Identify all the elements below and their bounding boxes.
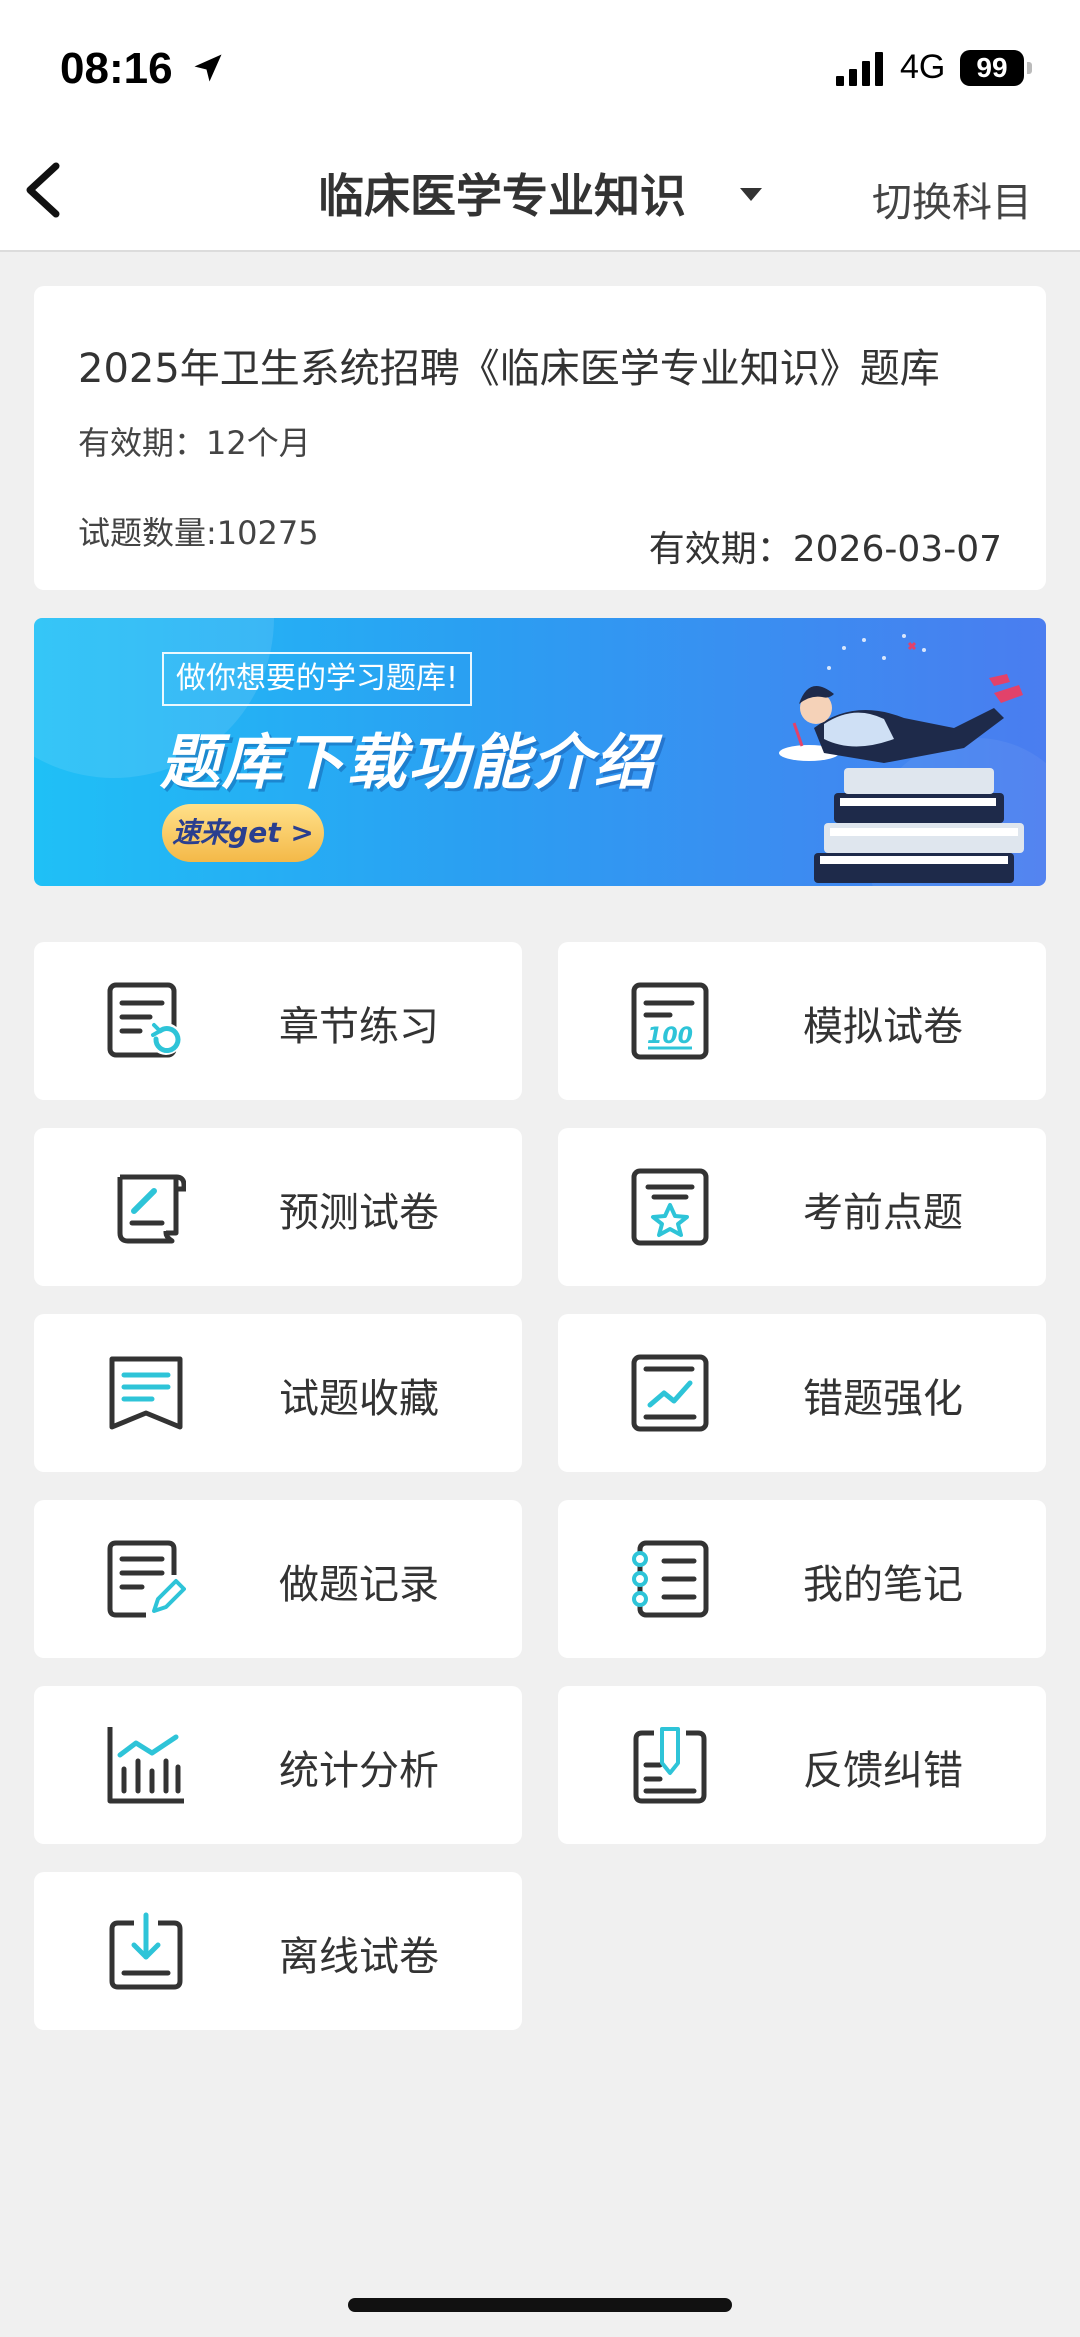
battery-icon: 99 xyxy=(960,50,1024,86)
mock-exam-icon: 100 xyxy=(631,982,709,1060)
network-type: 4G xyxy=(900,48,946,86)
back-arrow-icon[interactable] xyxy=(16,152,76,228)
banner-title: 题库下载功能介绍 xyxy=(160,728,656,798)
switch-subject-button[interactable]: 切换科目 xyxy=(872,170,1032,228)
validity-period: 有效期：12个月 xyxy=(78,424,311,462)
question-bank-card: 2025年卫生系统招聘《临床医学专业知识》题库 有效期：12个月 试题数量:10… xyxy=(34,286,1046,590)
menu-tile-notes[interactable]: 我的笔记 xyxy=(558,1500,1046,1658)
menu-tile-mock-exam[interactable]: 100 模拟试卷 xyxy=(558,942,1046,1100)
menu-label: 做题记录 xyxy=(279,1562,439,1608)
banner-cta-button[interactable]: 速来get > xyxy=(162,804,324,862)
forecast-exam-icon xyxy=(117,1174,186,1244)
wrong-questions-icon xyxy=(631,1354,709,1432)
location-arrow-icon xyxy=(194,54,222,82)
cellular-signal-icon xyxy=(836,52,883,86)
menu-tile-wrong-questions[interactable]: 错题强化 xyxy=(558,1314,1046,1472)
banner-subtitle: 做你想要的学习题库! xyxy=(162,652,473,706)
chapter-practice-icon xyxy=(107,982,182,1058)
menu-tile-offline-exam[interactable]: 离线试卷 xyxy=(34,1872,522,2030)
girl-on-books-illustration xyxy=(779,634,1024,883)
menu-tile-practice-record[interactable]: 做题记录 xyxy=(34,1500,522,1658)
bank-title: 2025年卫生系统招聘《临床医学专业知识》题库 xyxy=(78,346,940,392)
status-time: 08:16 xyxy=(60,44,173,93)
question-count: 试题数量:10275 xyxy=(78,514,319,552)
menu-label: 章节练习 xyxy=(279,1004,439,1050)
menu-tile-statistics[interactable]: 统计分析 xyxy=(34,1686,522,1844)
menu-label: 模拟试卷 xyxy=(803,1004,963,1050)
battery-nub xyxy=(1027,62,1032,74)
svg-text:100: 100 xyxy=(647,1024,693,1049)
menu-label: 试题收藏 xyxy=(279,1376,439,1422)
download-feature-banner[interactable]: 做你想要的学习题库! 题库下载功能介绍 速来get > xyxy=(34,618,1046,886)
menu-label: 错题强化 xyxy=(803,1376,963,1422)
menu-label: 预测试卷 xyxy=(279,1190,439,1236)
menu-label: 统计分析 xyxy=(279,1748,439,1794)
practice-record-icon xyxy=(107,1540,186,1618)
menu-tile-favorites[interactable]: 试题收藏 xyxy=(34,1314,522,1472)
menu-tile-chapter-practice[interactable]: 章节练习 xyxy=(34,942,522,1100)
dropdown-caret-icon[interactable] xyxy=(740,188,762,202)
statistics-icon xyxy=(107,1727,184,1804)
notes-icon xyxy=(632,1540,709,1618)
menu-tile-pre-exam-tips[interactable]: 考前点题 xyxy=(558,1128,1046,1286)
menu-label: 我的笔记 xyxy=(803,1562,963,1608)
menu-label: 考前点题 xyxy=(803,1190,963,1236)
status-bar: 08:16 4G 99 xyxy=(0,0,1080,130)
offline-exam-icon xyxy=(109,1912,183,1990)
menu-label: 离线试卷 xyxy=(279,1934,439,1980)
favorites-icon xyxy=(109,1356,183,1430)
menu-label: 反馈纠错 xyxy=(803,1748,963,1794)
home-indicator[interactable] xyxy=(348,2298,732,2312)
menu-tile-feedback[interactable]: 反馈纠错 xyxy=(558,1686,1046,1844)
expire-date: 有效期：2026-03-07 xyxy=(648,529,1002,570)
menu-tile-forecast-exam[interactable]: 预测试卷 xyxy=(34,1128,522,1286)
nav-bar: 临床医学专业知识 切换科目 xyxy=(0,130,1080,252)
feedback-icon xyxy=(633,1727,707,1804)
page-title[interactable]: 临床医学专业知识 xyxy=(318,160,686,226)
pre-exam-tips-icon xyxy=(631,1168,709,1246)
